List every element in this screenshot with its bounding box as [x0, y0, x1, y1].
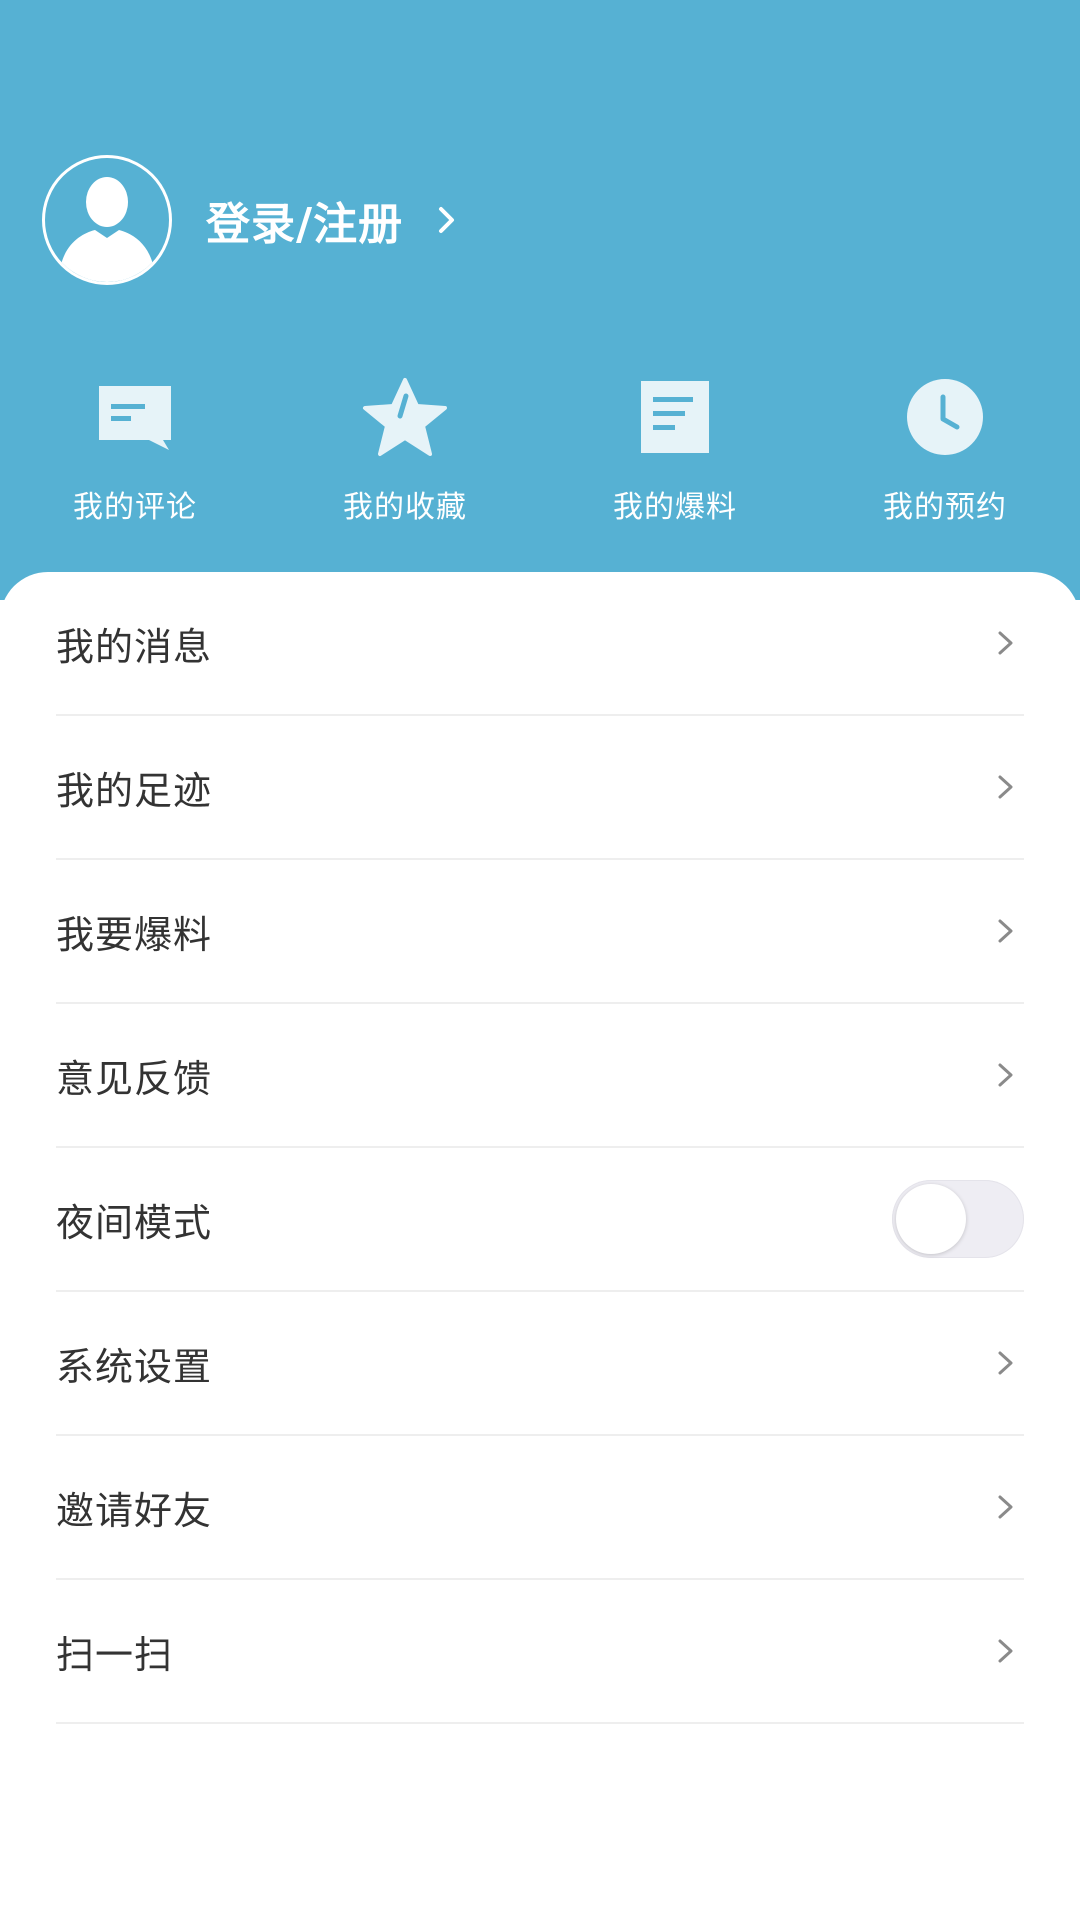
menu-item-night-mode: 夜间模式	[56, 1148, 1024, 1292]
menu-item-label: 夜间模式	[56, 1200, 213, 1245]
menu-item-label: 我的足迹	[56, 768, 213, 813]
default-avatar[interactable]	[42, 155, 172, 285]
menu-item-my-footprints[interactable]: 我的足迹	[56, 716, 1024, 860]
quick-action-label: 我的爆料	[613, 490, 737, 525]
menu-item-label: 意见反馈	[56, 1056, 213, 1101]
chevron-right-icon	[988, 1055, 1016, 1095]
night-mode-toggle[interactable]	[892, 1180, 1024, 1258]
menu-item-submit-tip[interactable]: 我要爆料	[56, 860, 1024, 1004]
quick-action-my-comments[interactable]: 我的评论	[0, 372, 270, 532]
header: 登录/注册 我的评论 我的收藏 我的爆料 我的预约	[0, 0, 1080, 600]
quick-action-label: 我的收藏	[343, 490, 467, 525]
settings-menu: 我的消息 我的足迹 我要爆料 意见反馈 夜间模式 系统设置 邀请好友 扫一扫	[56, 572, 1024, 1724]
settings-card: 我的消息 我的足迹 我要爆料 意见反馈 夜间模式 系统设置 邀请好友 扫一扫	[0, 572, 1080, 1920]
quick-action-my-favorites[interactable]: 我的收藏	[270, 372, 540, 532]
star-icon	[360, 372, 450, 462]
login-register-entry[interactable]: 登录/注册	[42, 152, 457, 288]
menu-item-label: 扫一扫	[56, 1632, 174, 1677]
chevron-right-icon	[988, 1631, 1016, 1671]
menu-item-scan[interactable]: 扫一扫	[56, 1580, 1024, 1724]
clock-icon	[900, 372, 990, 462]
chevron-right-icon	[988, 1487, 1016, 1527]
quick-action-my-tips[interactable]: 我的爆料	[540, 372, 810, 532]
menu-item-label: 邀请好友	[56, 1488, 213, 1533]
menu-item-label: 我要爆料	[56, 912, 213, 957]
quick-action-my-reservations[interactable]: 我的预约	[810, 372, 1080, 532]
menu-item-invite-friends[interactable]: 邀请好友	[56, 1436, 1024, 1580]
menu-item-my-messages[interactable]: 我的消息	[56, 572, 1024, 716]
chevron-right-icon	[988, 1343, 1016, 1383]
toggle-knob	[896, 1184, 966, 1254]
menu-item-feedback[interactable]: 意见反馈	[56, 1004, 1024, 1148]
menu-item-system-settings[interactable]: 系统设置	[56, 1292, 1024, 1436]
chevron-right-icon	[437, 205, 457, 235]
quick-actions-row: 我的评论 我的收藏 我的爆料 我的预约	[0, 372, 1080, 532]
user-silhouette-icon	[59, 177, 155, 282]
chevron-right-icon	[988, 911, 1016, 951]
quick-action-label: 我的评论	[73, 490, 197, 525]
quick-action-label: 我的预约	[883, 490, 1007, 525]
login-register-label[interactable]: 登录/注册	[206, 188, 403, 252]
comment-icon	[90, 372, 180, 462]
chevron-right-icon	[988, 623, 1016, 663]
menu-item-label: 系统设置	[56, 1344, 213, 1389]
chevron-right-icon	[988, 767, 1016, 807]
menu-item-label: 我的消息	[56, 624, 213, 669]
document-icon	[630, 372, 720, 462]
